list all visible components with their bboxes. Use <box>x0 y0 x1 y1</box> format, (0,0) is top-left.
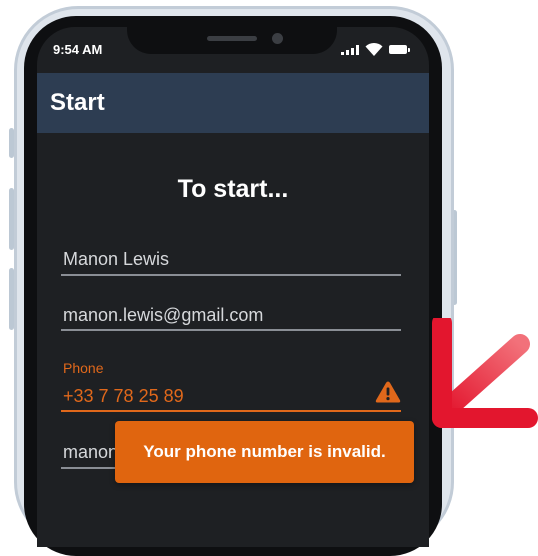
partial-field[interactable]: manon <box>63 442 115 463</box>
app-bar: Start <box>37 73 429 133</box>
email-field-underline <box>61 329 401 331</box>
battery-icon <box>389 45 410 54</box>
error-toast: Your phone number is invalid. <box>115 421 414 483</box>
phone-camera <box>272 33 283 44</box>
phone-field[interactable]: +33 7 78 25 89 <box>63 386 363 407</box>
signal-icon <box>341 45 359 55</box>
name-field-underline <box>61 274 401 276</box>
wifi-icon <box>365 42 383 56</box>
phone-notch <box>127 16 337 54</box>
partial-field-value: manon <box>63 442 115 462</box>
name-field-value: Manon Lewis <box>63 249 170 269</box>
form-heading: To start... <box>177 175 289 203</box>
warning-icon <box>375 381 401 403</box>
phone-field-value: +33 7 78 25 89 <box>63 386 184 406</box>
status-time: 9:54 AM <box>53 42 103 57</box>
phone-field-underline <box>61 410 401 412</box>
phone-field-label: Phone <box>63 360 104 376</box>
name-field[interactable]: Manon Lewis <box>63 249 401 270</box>
phone-speaker <box>207 36 257 41</box>
arrow-pointer-icon <box>432 318 538 428</box>
error-toast-message: Your phone number is invalid. <box>143 442 386 461</box>
app-bar-title: Start <box>50 89 105 116</box>
email-field[interactable]: manon.lewis@gmail.com <box>63 305 401 326</box>
email-field-value: manon.lewis@gmail.com <box>63 305 264 325</box>
